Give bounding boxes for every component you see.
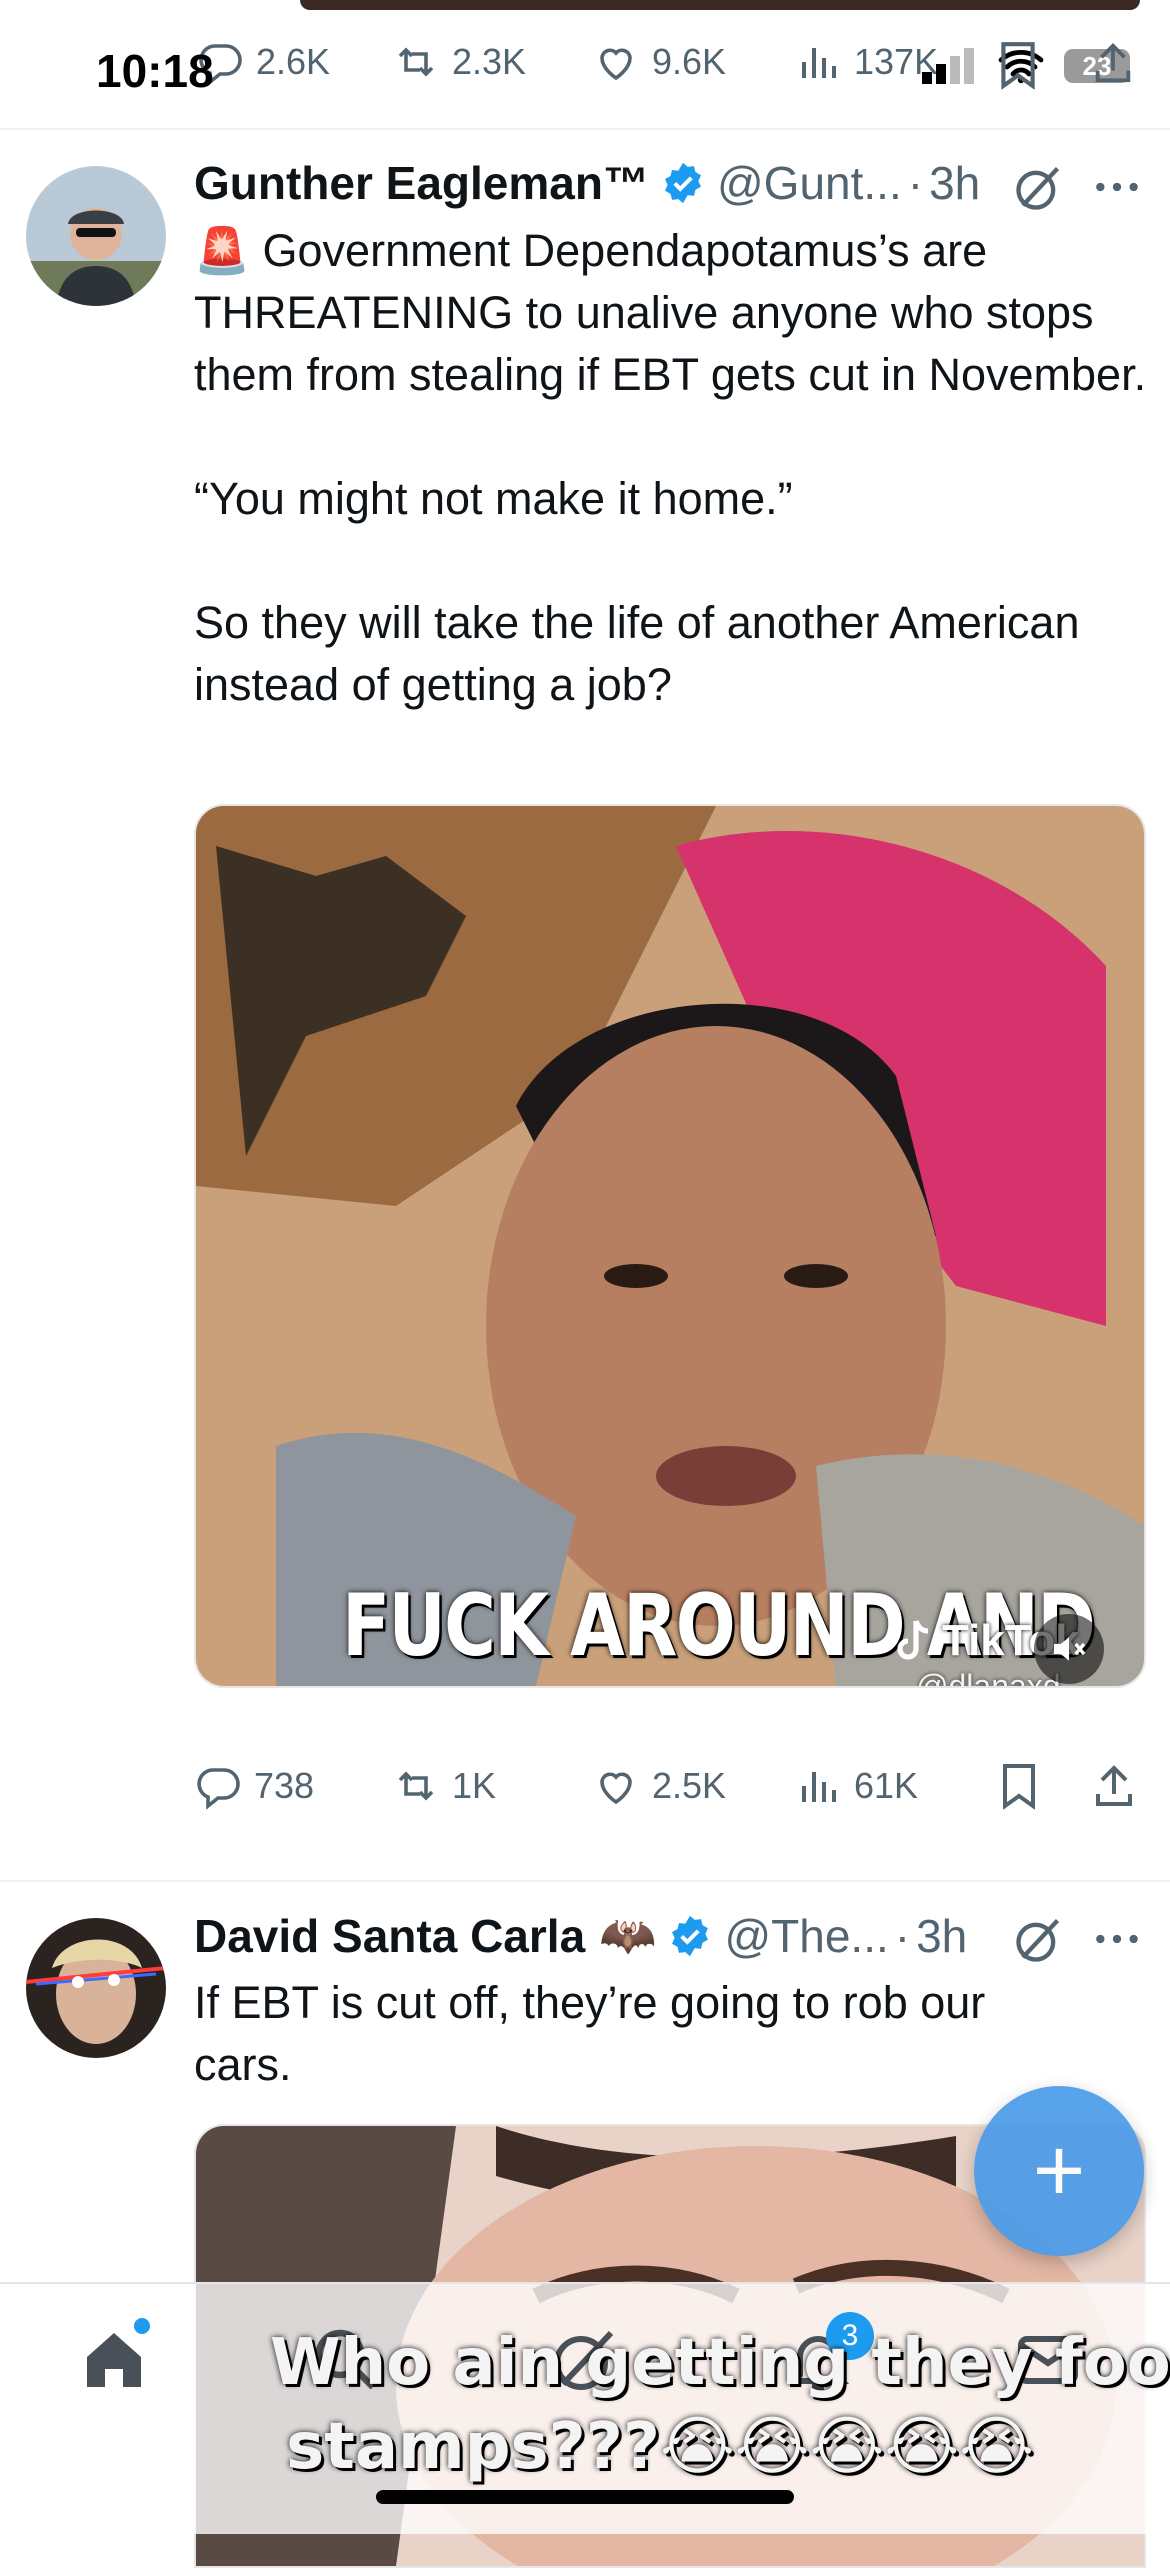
views-button[interactable]: 137K [794, 38, 938, 86]
grok-logo-icon [1016, 167, 1060, 210]
share-icon [1096, 1765, 1132, 1806]
verified-badge-icon [665, 162, 701, 204]
avatar-image [26, 166, 166, 306]
like-count: 9.6K [652, 41, 727, 82]
tiktok-icon [897, 1620, 929, 1660]
share-button[interactable] [1090, 38, 1140, 90]
like-button[interactable]: 2.5K [592, 1762, 726, 1810]
bookmark-icon [1003, 1764, 1035, 1810]
compose-button[interactable]: + [974, 2086, 1144, 2256]
tweet-actions: 738 1K 2.5K 61K [0, 1762, 1170, 1822]
repost-icon [398, 1771, 434, 1801]
reply-button[interactable]: 738 [194, 1762, 314, 1810]
verified-badge-icon [672, 1915, 709, 1956]
status-time: 10:18 [96, 45, 214, 97]
reply-count: 2.6K [256, 41, 331, 82]
more-button[interactable] [1092, 1914, 1142, 1969]
tab-home[interactable] [78, 2318, 158, 2404]
avatar[interactable] [26, 1918, 166, 2058]
share-button[interactable] [1090, 1762, 1138, 1810]
tweet-video[interactable]: FUCK AROUND AND TikTok @dlanaxd [194, 804, 1146, 1688]
grok-logo-icon [1016, 1919, 1060, 1962]
grok-button[interactable] [1012, 162, 1064, 219]
bookmark-button[interactable] [995, 40, 1045, 90]
home-indicator [376, 2490, 794, 2504]
views-icon [802, 1772, 836, 1802]
like-icon [600, 48, 632, 81]
reply-button[interactable]: 2.6K [196, 38, 330, 86]
views-count: 61K [854, 1765, 919, 1806]
tweet[interactable]: Gunther Eagleman™ @Gunt... · 3h 🚨 Govern… [0, 130, 1170, 1880]
repost-button[interactable]: 2.3K [392, 38, 526, 86]
home-icon [87, 2333, 141, 2387]
prev-tweet-media-edge [300, 0, 1140, 10]
separator-dot: · [894, 1909, 911, 1962]
mute-button[interactable] [1034, 1614, 1104, 1684]
author-name-emoji: 🦇 [599, 1909, 657, 1961]
tweet-text: 🚨 Government Dependapotamus’s are THREAT… [194, 225, 1147, 710]
status-bar: 2.6K 2.3K 9.6K 137K 10:18 23 [0, 0, 1170, 130]
bookmark-button[interactable] [995, 1762, 1043, 1810]
video-frame [196, 806, 1144, 1686]
tweet-time: 3h [929, 157, 981, 209]
signal-icon [922, 48, 974, 84]
repost-icon [398, 47, 434, 77]
more-icon [1096, 1934, 1138, 1944]
avatar[interactable] [26, 166, 166, 306]
tweet-header: Gunther Eagleman™ @Gunt... · 3h [194, 156, 980, 210]
avatar-image [26, 1918, 166, 2058]
tweet-time: 3h [916, 1909, 968, 1962]
views-button[interactable]: 61K [794, 1762, 918, 1810]
author-handle[interactable]: @Gunt... [717, 156, 902, 210]
repost-count: 2.3K [452, 41, 527, 82]
home-unread-dot [134, 2318, 150, 2334]
reply-count: 738 [254, 1765, 315, 1806]
repost-count: 1K [452, 1765, 497, 1806]
views-icon [802, 48, 836, 78]
separator-dot: · [907, 157, 924, 209]
tweet-text: If EBT is cut off, they’re going to rob … [194, 1977, 998, 2090]
compose-plus-icon: + [1032, 2120, 1086, 2221]
video-caption-line1: Who ain getting they food [270, 2326, 1170, 2400]
tweet-header: David Santa Carla 🦇 @The... · 3h [194, 1908, 967, 1963]
video-caption-line2: stamps???😭😭😭😭😭 [286, 2410, 1034, 2484]
more-icon [1096, 182, 1138, 192]
mute-icon [1054, 1637, 1086, 1661]
author-name[interactable]: Gunther Eagleman™ [194, 156, 649, 210]
share-icon [1095, 43, 1131, 83]
author-name[interactable]: David Santa Carla [194, 1909, 585, 1963]
repost-button[interactable]: 1K [392, 1762, 496, 1810]
like-count: 2.5K [652, 1765, 727, 1806]
like-icon [600, 1772, 632, 1805]
grok-button[interactable] [1012, 1914, 1064, 1971]
tiktok-handle: @dlanaxd [916, 1668, 1061, 1688]
author-handle[interactable]: @The... [724, 1909, 888, 1963]
more-button[interactable] [1092, 162, 1142, 217]
like-button[interactable]: 9.6K [592, 38, 726, 86]
reply-icon [197, 1768, 240, 1810]
bookmark-icon [1001, 42, 1035, 90]
